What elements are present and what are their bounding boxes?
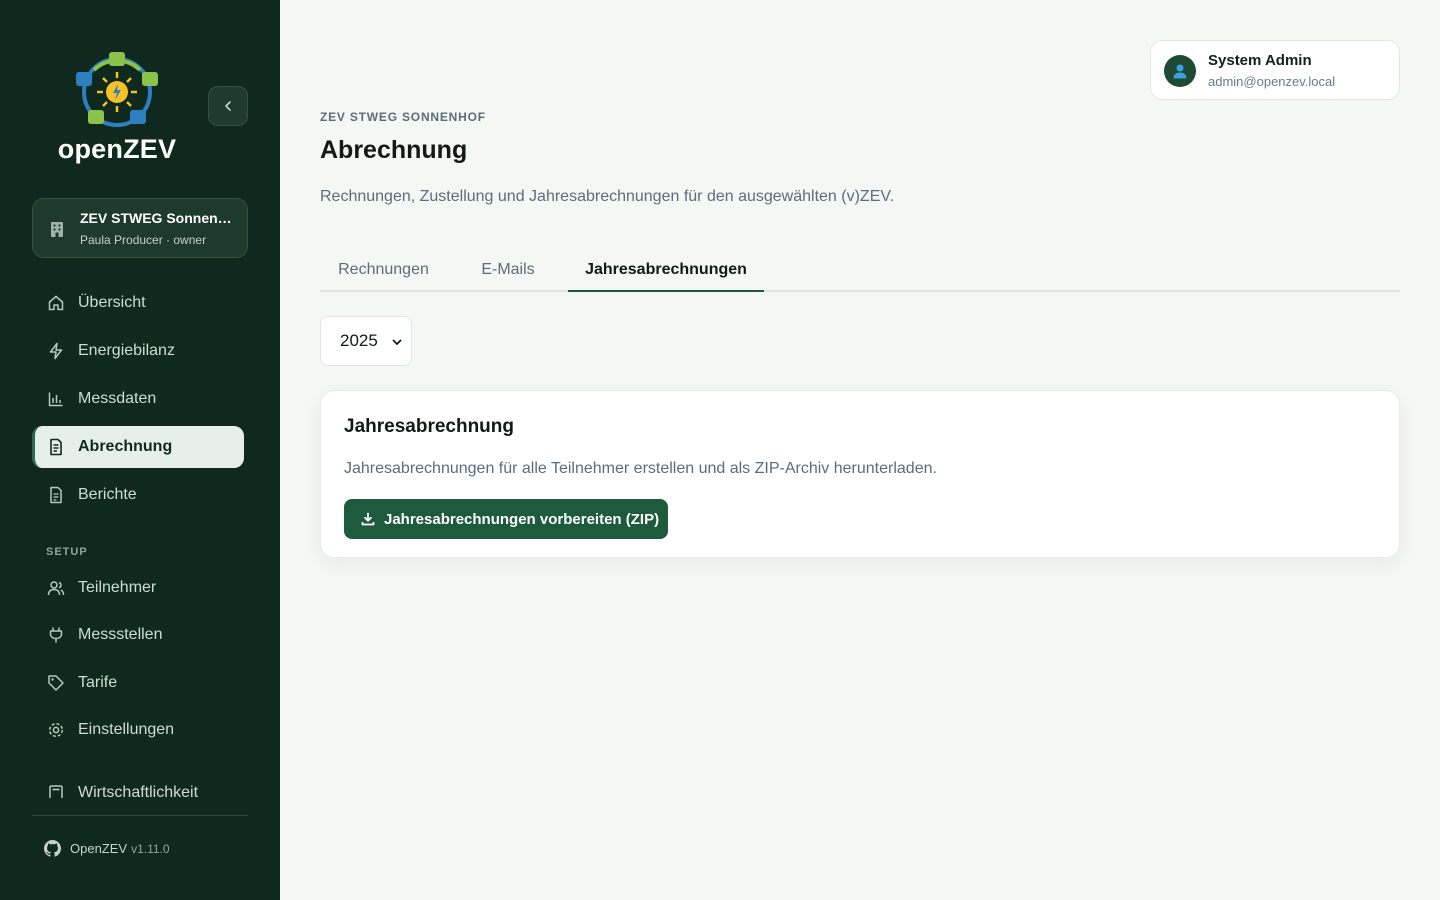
- logo-icon: [76, 52, 158, 127]
- year-select-value: 2025: [340, 331, 378, 350]
- footer-version: v1.11.0: [131, 841, 170, 856]
- sidebar-divider: [32, 815, 248, 816]
- nav-item-einstellungen[interactable]: Einstellungen: [32, 709, 244, 751]
- nav-item-label: Messdaten: [78, 390, 157, 407]
- org-switcher[interactable]: ZEV STWEG Sonnenhof Paula Producer · own…: [32, 198, 248, 258]
- document-icon: [46, 485, 66, 505]
- avatar: [1164, 55, 1196, 87]
- page-eyebrow: ZEV STWEG SONNENHOF: [320, 110, 486, 124]
- nav-item-tarife[interactable]: Tarife: [32, 662, 244, 704]
- bar-chart-icon: [46, 389, 66, 409]
- card-description: Jahresabrechnungen für alle Teilnehmer e…: [344, 460, 937, 477]
- prepare-zip-label: Jahresabrechnungen vorbereiten (ZIP): [384, 510, 660, 528]
- plug-icon: [46, 625, 66, 645]
- settings-icon: [46, 720, 66, 740]
- nav-item-label: Tarife: [78, 674, 118, 691]
- tab-jahresabrechnungen[interactable]: Jahresabrechnungen: [568, 250, 764, 292]
- year-select[interactable]: 2025: [320, 316, 412, 366]
- bolt-icon: [46, 341, 66, 361]
- org-title: ZEV STWEG Sonnenhof: [80, 210, 236, 226]
- footer-label: OpenZEV: [70, 841, 128, 856]
- invoice-icon: [46, 437, 66, 457]
- tag-icon: [46, 673, 66, 693]
- app-name: openZEV: [57, 134, 177, 164]
- card-title: Jahresabrechnung: [344, 416, 514, 437]
- nav-scroll-clip: Wirtschaftlichkeit: [0, 776, 280, 798]
- user-name: System Admin: [1208, 52, 1312, 69]
- users-icon: [46, 578, 66, 598]
- nav-item-teilnehmer[interactable]: Teilnehmer: [32, 567, 244, 609]
- page-description: Rechnungen, Zustellung und Jahresabrechn…: [320, 188, 895, 205]
- user-menu[interactable]: System Admin admin@openzev.local: [1150, 40, 1400, 100]
- nav-item-abrechnung[interactable]: Abrechnung: [32, 426, 244, 468]
- user-email: admin@openzev.local: [1208, 74, 1336, 89]
- nav-item-label: Übersicht: [78, 294, 146, 311]
- nav-item-label: Teilnehmer: [78, 579, 157, 596]
- nav-item-label: Messstellen: [78, 626, 163, 643]
- tab-e-mails[interactable]: E-Mails: [463, 250, 553, 292]
- prepare-zip-button[interactable]: Jahresabrechnungen vorbereiten (ZIP): [344, 499, 668, 539]
- sidebar: openZEV ZEV STWEG Sonnenhof Paula Produc…: [0, 0, 280, 900]
- nav-item-uebersicht[interactable]: Übersicht: [32, 282, 244, 324]
- org-subtitle: Paula Producer · owner: [80, 233, 207, 247]
- nav-item-label: Einstellungen: [78, 721, 175, 738]
- home-icon: [46, 293, 66, 313]
- tab-rechnungen[interactable]: Rechnungen: [320, 250, 447, 292]
- calculator-icon: [46, 783, 66, 798]
- nav-item-label: Energiebilanz: [78, 342, 175, 359]
- nav-item-messdaten[interactable]: Messdaten: [32, 378, 244, 420]
- page-title: Abrechnung: [320, 136, 468, 164]
- nav-item-energiebilanz[interactable]: Energiebilanz: [32, 330, 244, 372]
- nav-item-label: Wirtschaftlichkeit: [78, 784, 199, 798]
- annual-billing-card: Jahresabrechnung Jahresabrechnungen für …: [320, 390, 1400, 558]
- chevron-left-icon: [225, 101, 231, 111]
- user-icon: [1173, 64, 1187, 79]
- app-logo[interactable]: openZEV: [52, 50, 182, 166]
- nav-section-setup: SETUP: [46, 546, 88, 558]
- chevron-down-icon: [392, 339, 402, 345]
- tab-bar: Rechnungen E-Mails Jahresabrechnungen: [320, 250, 1400, 292]
- collapse-sidebar-button[interactable]: [208, 86, 248, 126]
- nav-item-label: Abrechnung: [78, 438, 173, 455]
- nav-item-wirtschaftlichkeit[interactable]: Wirtschaftlichkeit: [32, 776, 244, 798]
- nav-item-label: Berichte: [78, 486, 137, 503]
- nav-item-messstellen[interactable]: Messstellen: [32, 614, 244, 656]
- github-icon: [44, 840, 61, 857]
- building-icon: [51, 222, 63, 237]
- sidebar-footer[interactable]: OpenZEV v1.11.0: [44, 840, 170, 857]
- nav-item-berichte[interactable]: Berichte: [32, 474, 244, 516]
- download-icon: [361, 512, 375, 526]
